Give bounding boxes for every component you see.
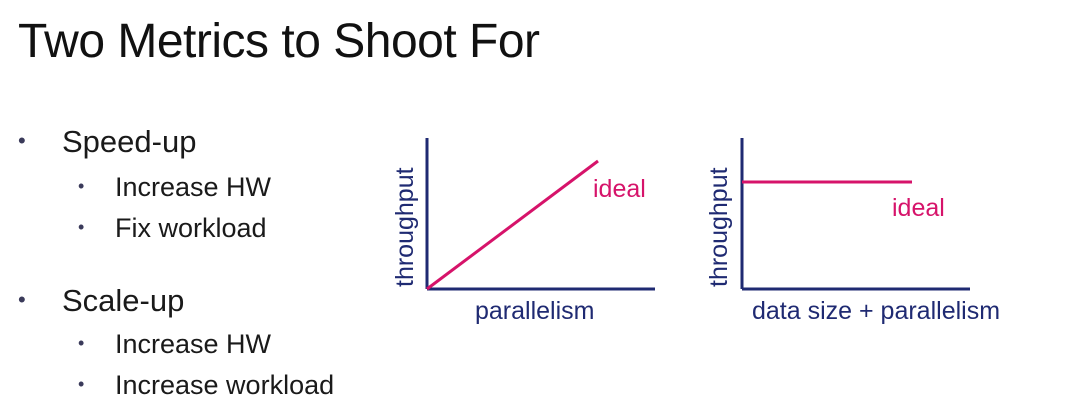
sub-bullet-label: Increase HW	[115, 329, 272, 359]
y-axis-label: throughput	[391, 167, 419, 287]
bullet-label: Speed-up	[62, 124, 197, 159]
x-axis-label: data size + parallelism	[752, 297, 1001, 325]
bullet-dot: •	[78, 217, 85, 237]
sub-bullet-label: Increase HW	[115, 172, 272, 202]
scaleup-diagram	[740, 138, 970, 291]
ideal-label: ideal	[892, 194, 945, 222]
y-axis-label: throughput	[705, 167, 733, 287]
bullet-list: • Speed-up • Increase HW • Fix workload …	[0, 0, 380, 411]
bullet-dot: •	[78, 176, 85, 196]
speedup-diagram	[425, 138, 655, 291]
bullet-label: Scale-up	[62, 283, 185, 318]
bullet-dot: •	[78, 374, 85, 394]
ideal-label: ideal	[593, 175, 646, 203]
ideal-line	[426, 159, 599, 291]
bullet-dot: •	[18, 287, 26, 312]
bullet-dot: •	[18, 128, 26, 153]
x-axis-label: parallelism	[475, 297, 595, 325]
bullet-dot: •	[78, 333, 85, 353]
sub-bullet-label: Increase workload	[115, 370, 335, 400]
sub-bullet-label: Fix workload	[115, 213, 267, 243]
